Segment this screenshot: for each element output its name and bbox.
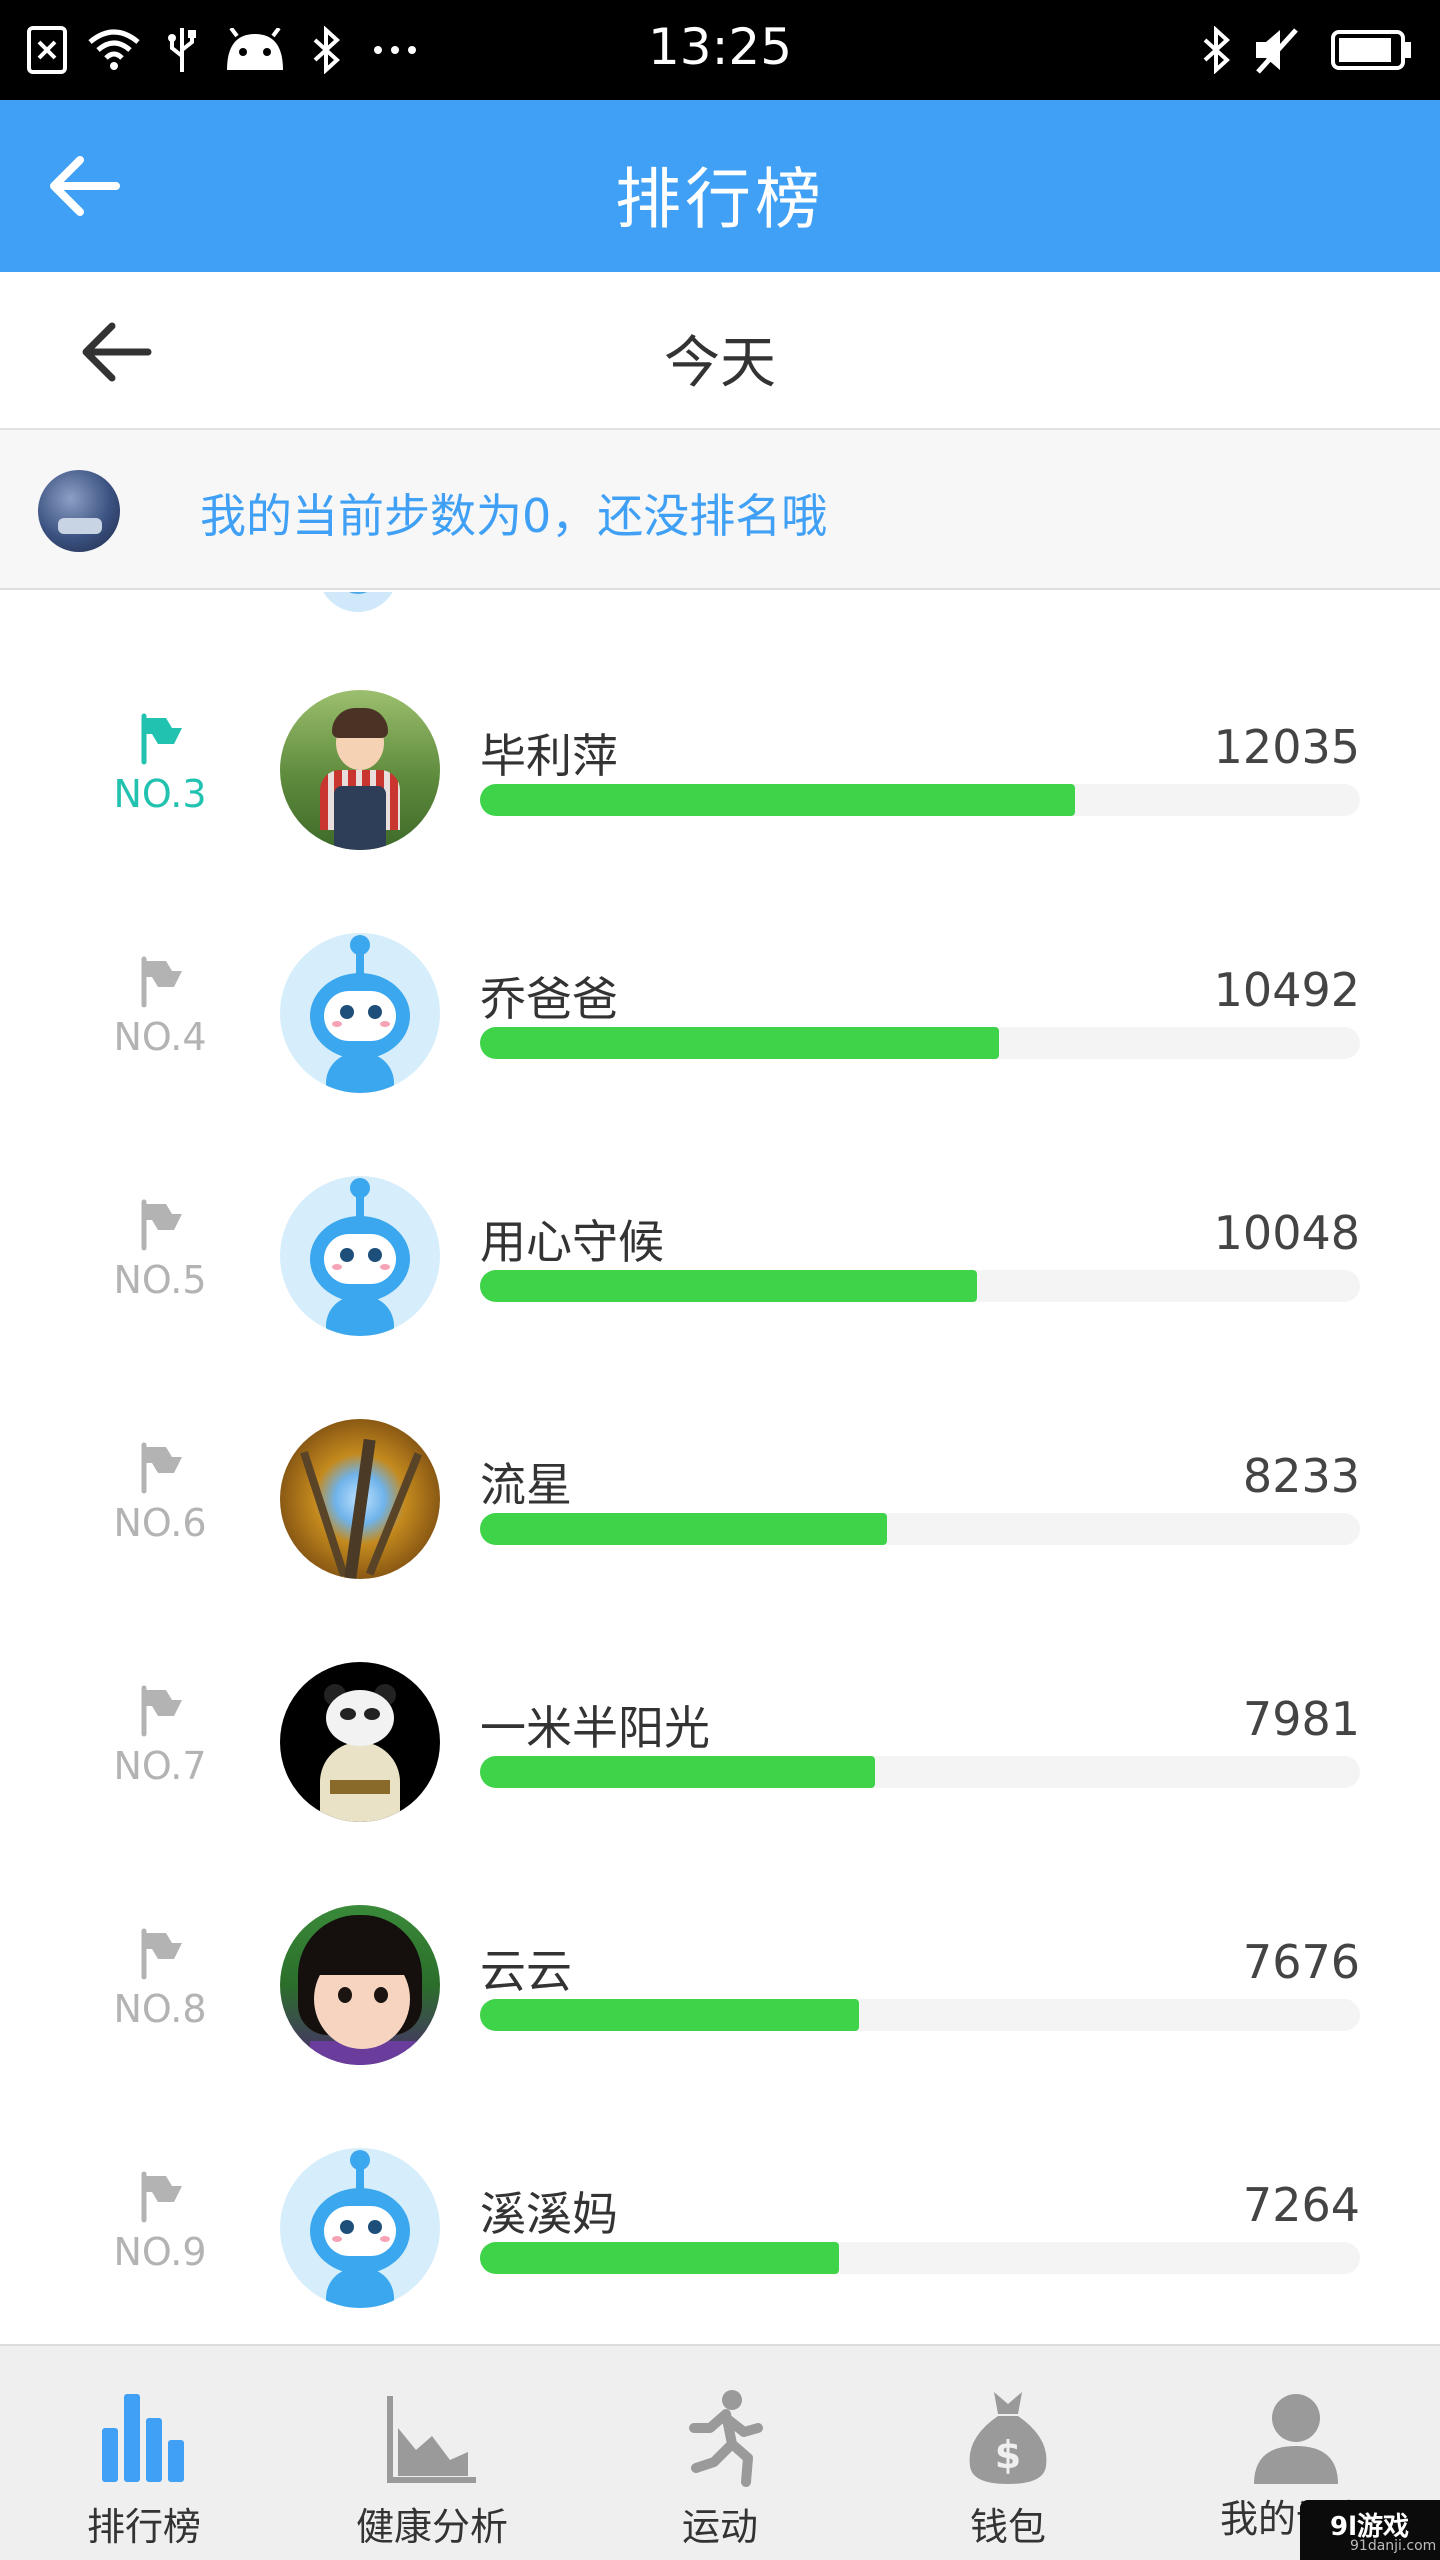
date-bar: 今天 xyxy=(0,272,1440,430)
rank-badge: NO.4 xyxy=(90,953,230,1083)
money-bag-icon: $ xyxy=(958,2388,1058,2488)
bottom-nav: 排行榜 健康分析 运动 $ 钱包 我的设备 xyxy=(0,2344,1440,2560)
user-name: 溪溪妈 xyxy=(480,2187,618,2241)
progress-track xyxy=(480,2242,1360,2274)
rank-badge: NO.3 xyxy=(90,710,230,840)
date-label: 今天 xyxy=(664,331,776,396)
step-count: 7676 xyxy=(1242,1935,1360,1989)
rank-badge: NO.5 xyxy=(90,1196,230,1326)
leaderboard-row[interactable]: NO.4 乔爸爸 10492 xyxy=(0,933,1440,1176)
avatar[interactable] xyxy=(280,933,440,1093)
rank-number: NO.8 xyxy=(113,1987,207,2031)
progress-fill xyxy=(480,1513,887,1545)
step-count: 10492 xyxy=(1213,963,1360,1017)
watermark: 9l游戏 91danji.com xyxy=(1300,2500,1440,2560)
nav-item-wallet[interactable]: $ 钱包 xyxy=(864,2346,1152,2560)
bluetooth-icon xyxy=(1196,22,1236,78)
app-header: 排行榜 xyxy=(0,100,1440,272)
avatar[interactable] xyxy=(280,1419,440,1579)
rank-badge: NO.8 xyxy=(90,1925,230,2055)
rank-number: NO.5 xyxy=(113,1258,207,1302)
runner-icon xyxy=(670,2388,770,2488)
rank-number: NO.4 xyxy=(113,1015,207,1059)
avatar[interactable] xyxy=(280,1662,440,1822)
leaderboard-row[interactable]: NO.9 溪溪妈 7264 xyxy=(0,2148,1440,2344)
user-name: 一米半阳光 xyxy=(480,1701,710,1755)
page-title: 排行榜 xyxy=(615,161,825,238)
nav-label: 钱包 xyxy=(969,2505,1046,2549)
step-count: 7981 xyxy=(1242,1692,1360,1746)
nav-label: 健康分析 xyxy=(355,2505,508,2549)
leaderboard-row[interactable]: NO.7 一米半阳光 7981 xyxy=(0,1662,1440,1905)
rank-number: NO.3 xyxy=(113,772,207,816)
rank-badge: NO.6 xyxy=(90,1439,230,1569)
user-name: 毕利萍 xyxy=(480,729,618,783)
status-bar: 13:25 xyxy=(0,0,1440,100)
avatar[interactable] xyxy=(280,1176,440,1336)
flag-icon xyxy=(132,1925,188,1981)
avatar[interactable] xyxy=(280,2148,440,2308)
rank-badge: NO.9 xyxy=(90,2168,230,2298)
flag-icon xyxy=(132,1682,188,1738)
rank-number: NO.6 xyxy=(113,1501,207,1545)
step-count: 10048 xyxy=(1213,1206,1360,1260)
progress-track xyxy=(480,784,1360,816)
user-name: 云云 xyxy=(480,1944,572,1998)
nav-label: 排行榜 xyxy=(86,2505,201,2549)
flag-icon xyxy=(132,2168,188,2224)
bar-chart-icon xyxy=(94,2388,194,2488)
rank-number: NO.7 xyxy=(113,1744,207,1788)
progress-fill xyxy=(480,2242,839,2274)
user-name: 用心守候 xyxy=(480,1215,664,1269)
progress-fill xyxy=(480,1027,999,1059)
progress-fill xyxy=(480,1270,977,1302)
leaderboard-row[interactable]: NO.5 用心守候 10048 xyxy=(0,1176,1440,1419)
avatar[interactable] xyxy=(280,1905,440,2065)
flag-icon xyxy=(132,1439,188,1495)
flag-icon xyxy=(132,710,188,766)
leaderboard-row[interactable]: NO.3 毕利萍 12035 xyxy=(0,690,1440,933)
progress-track xyxy=(480,1270,1360,1302)
rank-number: NO.9 xyxy=(113,2230,207,2274)
progress-track xyxy=(480,1999,1360,2031)
nav-item-health-analysis[interactable]: 健康分析 xyxy=(288,2346,576,2560)
progress-track xyxy=(480,1027,1360,1059)
my-rank-message: 我的当前步数为0，还没排名哦 xyxy=(200,489,828,543)
step-count: 12035 xyxy=(1213,720,1360,774)
step-count: 8233 xyxy=(1242,1449,1360,1503)
mute-icon xyxy=(1250,22,1304,78)
user-name: 流星 xyxy=(480,1458,572,1512)
leaderboard-row[interactable]: NO.6 流星 8233 xyxy=(0,1419,1440,1662)
flag-icon xyxy=(132,1196,188,1252)
progress-track xyxy=(480,1756,1360,1788)
nav-item-exercise[interactable]: 运动 xyxy=(576,2346,864,2560)
nav-label: 运动 xyxy=(681,2505,758,2549)
area-chart-icon xyxy=(382,2388,482,2488)
progress-track xyxy=(480,1513,1360,1545)
leaderboard-row[interactable]: NO.8 云云 7676 xyxy=(0,1905,1440,2148)
person-icon xyxy=(1246,2388,1346,2488)
screen: 13:25 排行榜 今天 我的当前步数为0，还没排名哦 NO.3 毕利萍 12035… xyxy=(0,0,1440,2560)
svg-text:$: $ xyxy=(995,2433,1021,2477)
nav-item-ranking[interactable]: 排行榜 xyxy=(0,2346,288,2560)
leaderboard-list[interactable]: NO.3 毕利萍 12035 NO.4 乔爸爸 10492 NO.5 用心守候 10048 NO.… xyxy=(0,592,1440,2344)
step-count: 7264 xyxy=(1242,2178,1360,2232)
watermark-url: 91danji.com xyxy=(1350,2538,1437,2554)
progress-fill xyxy=(480,1756,875,1788)
avatar[interactable] xyxy=(280,690,440,850)
battery-icon xyxy=(1330,22,1414,78)
avatar xyxy=(318,592,398,612)
user-name: 乔爸爸 xyxy=(480,972,618,1026)
progress-fill xyxy=(480,1999,859,2031)
my-avatar[interactable] xyxy=(38,470,120,552)
progress-fill xyxy=(480,784,1075,816)
my-rank-bar: 我的当前步数为0，还没排名哦 xyxy=(0,430,1440,590)
flag-icon xyxy=(132,953,188,1009)
rank-badge: NO.7 xyxy=(90,1682,230,1812)
